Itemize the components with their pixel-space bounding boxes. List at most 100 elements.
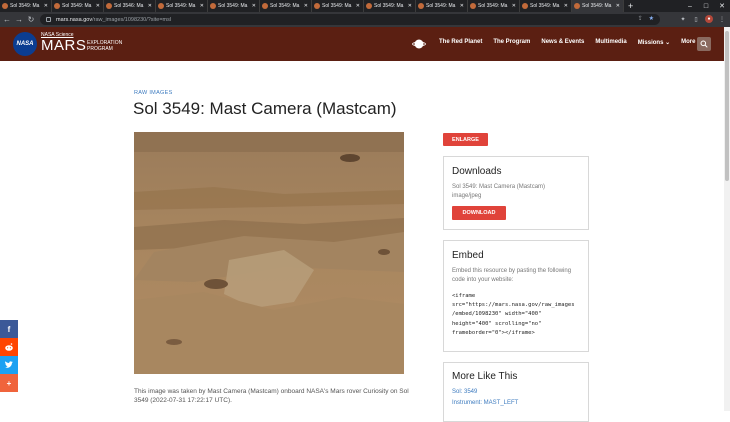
tab-favicon-icon bbox=[54, 3, 60, 9]
facebook-share-button[interactable]: f bbox=[0, 320, 18, 338]
extension-icons: ✦ ▯ ● ⋮ bbox=[679, 15, 726, 23]
more-link-instrument[interactable]: Instrument: MAST_LEFT bbox=[452, 400, 518, 406]
tab-close-icon[interactable]: ✕ bbox=[200, 3, 204, 9]
site-search-button[interactable] bbox=[697, 37, 711, 51]
browser-tab[interactable]: Sol 3549: Ma ✕ bbox=[416, 0, 468, 12]
browser-tab[interactable]: Sol 3549: Ma ✕ bbox=[520, 0, 572, 12]
embed-heading: Embed bbox=[452, 250, 484, 261]
more-like-this-heading: More Like This bbox=[452, 371, 518, 382]
download-file-name: Sol 3549: Mast Camera (Mastcam) bbox=[452, 184, 546, 190]
tab-label: Sol 3546: Ma bbox=[114, 3, 144, 9]
tab-label: Sol 3549: Ma bbox=[10, 3, 40, 9]
browser-tab[interactable]: Sol 3549: Ma ✕ bbox=[572, 0, 624, 12]
tab-close-icon[interactable]: ✕ bbox=[148, 3, 152, 9]
minimize-icon[interactable]: – bbox=[682, 0, 698, 12]
download-file-info: Sol 3549: Mast Camera (Mastcam) image/jp… bbox=[452, 183, 545, 201]
page-title: Sol 3549: Mast Camera (Mastcam) bbox=[133, 99, 397, 118]
tab-close-icon[interactable]: ✕ bbox=[44, 3, 48, 9]
tab-label: Sol 3549: Ma bbox=[62, 3, 92, 9]
embed-description: Embed this resource by pasting the follo… bbox=[452, 268, 572, 283]
tab-label: Sol 3549: Ma bbox=[270, 3, 300, 9]
more-share-button[interactable]: + bbox=[0, 374, 18, 392]
nav-multimedia[interactable]: Multimedia bbox=[595, 39, 626, 46]
reload-icon[interactable]: ↻ bbox=[26, 15, 36, 24]
browser-tab[interactable]: Sol 3549: Ma ✕ bbox=[260, 0, 312, 12]
nav-more[interactable]: More bbox=[681, 39, 695, 46]
window-controls: – □ ✕ bbox=[682, 0, 730, 12]
tab-close-icon[interactable]: ✕ bbox=[564, 3, 568, 9]
tab-favicon-icon bbox=[470, 3, 476, 9]
share-page-icon[interactable]: ⇪ bbox=[638, 15, 643, 22]
reddit-share-button[interactable] bbox=[0, 338, 18, 356]
chevron-down-icon: ⌄ bbox=[665, 40, 671, 46]
site-header: NASA NASA Science MARS EXPLORATION PROGR… bbox=[0, 27, 724, 61]
nav-the-red-planet[interactable]: The Red Planet bbox=[439, 39, 482, 46]
bookmark-star-icon[interactable]: ★ bbox=[649, 15, 654, 22]
nav-missions-label: Missions bbox=[637, 40, 664, 46]
browser-tab[interactable]: Sol 3546: Ma ✕ bbox=[104, 0, 156, 12]
tab-label: Sol 3549: Ma bbox=[478, 3, 508, 9]
url-host: mars.nasa.gov bbox=[56, 16, 93, 23]
extensions-icon[interactable]: ✦ bbox=[679, 15, 687, 23]
tab-favicon-icon bbox=[574, 3, 580, 9]
tab-favicon-icon bbox=[106, 3, 112, 9]
browser-tab[interactable]: Sol 3549: Ma ✕ bbox=[312, 0, 364, 12]
mars-brand[interactable]: NASA Science MARS EXPLORATION PROGRAM bbox=[41, 32, 122, 53]
tab-label: Sol 3549: Ma bbox=[426, 3, 456, 9]
tab-close-icon[interactable]: ✕ bbox=[460, 3, 464, 9]
nav-missions[interactable]: Missions ⌄ bbox=[638, 39, 670, 46]
twitter-share-button[interactable] bbox=[0, 356, 18, 374]
mars-raw-image[interactable] bbox=[134, 132, 404, 374]
browser-tab[interactable]: Sol 3549: Ma ✕ bbox=[0, 0, 52, 12]
mars-planet-icon[interactable] bbox=[412, 37, 426, 51]
tab-close-icon[interactable]: ✕ bbox=[304, 3, 308, 9]
downloads-heading: Downloads bbox=[452, 166, 502, 177]
sidebar-icon[interactable]: ▯ bbox=[692, 15, 700, 23]
maximize-icon[interactable]: □ bbox=[698, 0, 714, 12]
main-nav: The Red Planet The Program News & Events… bbox=[439, 39, 695, 46]
nav-the-program[interactable]: The Program bbox=[493, 39, 530, 46]
tab-favicon-icon bbox=[522, 3, 528, 9]
tab-close-icon[interactable]: ✕ bbox=[616, 3, 620, 9]
plus-icon: + bbox=[6, 378, 12, 388]
tab-close-icon[interactable]: ✕ bbox=[408, 3, 412, 9]
browser-tab[interactable]: Sol 3549: Ma ✕ bbox=[156, 0, 208, 12]
tab-favicon-icon bbox=[418, 3, 424, 9]
menu-dots-icon[interactable]: ⋮ bbox=[718, 15, 726, 23]
nasa-logo[interactable]: NASA bbox=[13, 32, 37, 56]
tab-close-icon[interactable]: ✕ bbox=[252, 3, 256, 9]
new-tab-button[interactable]: + bbox=[628, 1, 633, 11]
raw-images-link[interactable]: RAW IMAGES bbox=[134, 90, 173, 96]
browser-tab[interactable]: Sol 3549: Ma ✕ bbox=[468, 0, 520, 12]
browser-tab[interactable]: Sol 3549: Ma ✕ bbox=[364, 0, 416, 12]
address-bar[interactable]: mars.nasa.gov /raw_images/1098230/?site=… bbox=[40, 14, 660, 25]
search-icon bbox=[700, 40, 708, 48]
back-icon[interactable]: ← bbox=[2, 15, 12, 24]
enlarge-button[interactable]: ENLARGE bbox=[443, 133, 488, 146]
tab-favicon-icon bbox=[2, 3, 8, 9]
browser-tab[interactable]: Sol 3549: Ma ✕ bbox=[52, 0, 104, 12]
embed-card: Embed Embed this resource by pasting the… bbox=[443, 240, 589, 352]
tab-label: Sol 3549: Ma bbox=[166, 3, 196, 9]
embed-code[interactable]: <iframe src="https://mars.nasa.gov/raw_i… bbox=[452, 292, 586, 338]
download-button[interactable]: DOWNLOAD bbox=[452, 206, 506, 220]
tab-favicon-icon bbox=[366, 3, 372, 9]
scrollbar-thumb[interactable] bbox=[725, 31, 729, 181]
tab-close-icon[interactable]: ✕ bbox=[96, 3, 100, 9]
forward-icon[interactable]: → bbox=[14, 15, 24, 24]
reddit-icon bbox=[5, 343, 13, 351]
page-scrollbar[interactable] bbox=[724, 27, 730, 411]
tab-close-icon[interactable]: ✕ bbox=[356, 3, 360, 9]
tab-label: Sol 3549: Ma bbox=[218, 3, 248, 9]
brand-subtitle: EXPLORATION PROGRAM bbox=[87, 40, 123, 52]
tab-favicon-icon bbox=[158, 3, 164, 9]
browser-tab[interactable]: Sol 3549: Ma ✕ bbox=[208, 0, 260, 12]
tab-strip: Sol 3549: Ma ✕ Sol 3549: Ma ✕ Sol 3546: Ma ✕ S… bbox=[0, 0, 624, 12]
profile-avatar[interactable]: ● bbox=[705, 15, 713, 23]
tab-close-icon[interactable]: ✕ bbox=[512, 3, 516, 9]
tab-label: Sol 3549: Ma bbox=[582, 3, 612, 9]
more-link-sol[interactable]: Sol: 3549 bbox=[452, 389, 477, 395]
close-window-icon[interactable]: ✕ bbox=[714, 0, 730, 12]
facebook-icon: f bbox=[7, 324, 11, 334]
nav-news-events[interactable]: News & Events bbox=[541, 39, 584, 46]
